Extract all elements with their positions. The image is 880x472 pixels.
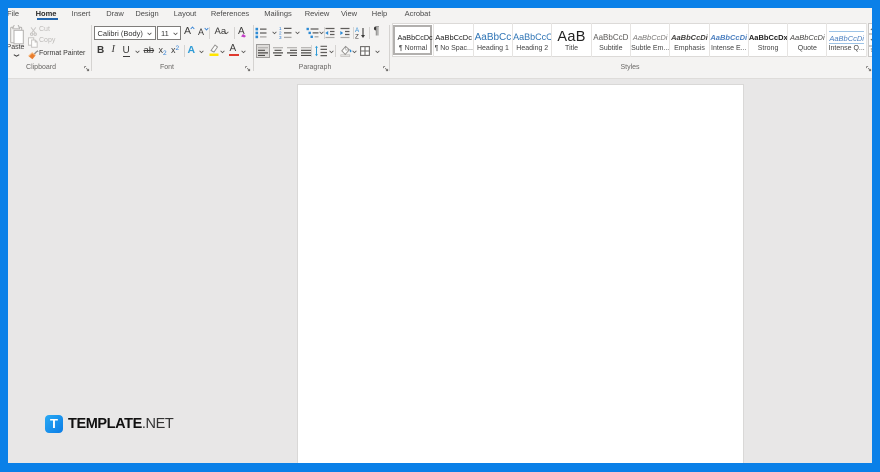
svg-text:3: 3 (279, 35, 282, 39)
svg-text:Z: Z (355, 34, 359, 39)
